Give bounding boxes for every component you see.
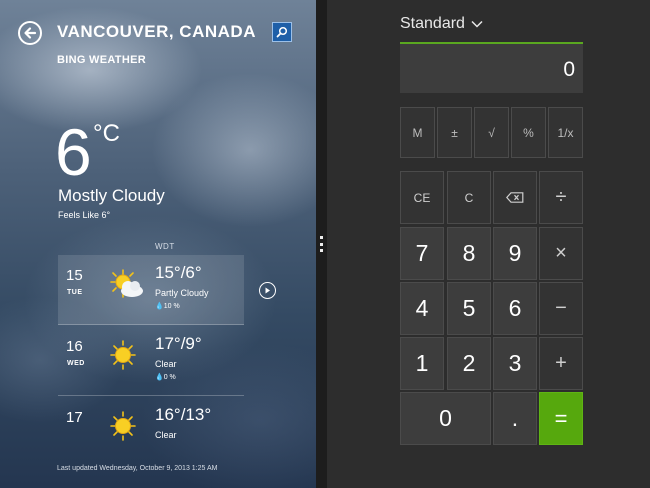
forecast-weekday: TUE <box>67 289 83 296</box>
divider <box>58 324 244 325</box>
forecast-day: 17 <box>66 409 83 426</box>
divide-button[interactable]: ÷ <box>539 171 583 224</box>
plus-button[interactable]: + <box>539 337 583 390</box>
memory-button[interactable]: M <box>400 107 435 158</box>
calculator-display: 0 <box>400 42 583 93</box>
reciprocal-button[interactable]: 1/x <box>548 107 583 158</box>
forecast-condition: Clear <box>155 359 177 369</box>
clear-button[interactable]: C <box>447 171 491 224</box>
percent-button[interactable]: % <box>511 107 546 158</box>
last-updated: Last updated Wednesday, October 9, 2013 … <box>57 465 218 472</box>
forecast-condition: Partly Cloudy <box>155 288 209 298</box>
app-brand: BING WEATHER <box>57 54 146 66</box>
temperature-unit: °C <box>93 120 120 147</box>
divider <box>58 395 244 396</box>
forecast-item[interactable]: 15 TUE 15°/6° Partly Cloudy 💧10 % <box>58 255 244 325</box>
minus-button[interactable]: − <box>539 282 583 335</box>
city-title: VANCOUVER, CANADA <box>57 22 256 41</box>
forecast-item[interactable]: 16 WED 17°/9° Clear 💧0 % <box>58 326 244 396</box>
weather-app: VANCOUVER, CANADA BING WEATHER 6 °C Most… <box>0 0 316 488</box>
equals-button[interactable]: = <box>539 392 583 445</box>
current-temperature: 6 <box>55 115 92 189</box>
mode-label: Standard <box>400 15 465 32</box>
forecast-temperature: 15°/6° <box>155 263 202 282</box>
digit-1-button[interactable]: 1 <box>400 337 444 390</box>
digit-9-button[interactable]: 9 <box>493 227 537 280</box>
forecast-item[interactable]: 17 16°/13° Clear <box>58 397 244 445</box>
search-icon <box>276 26 288 38</box>
digit-3-button[interactable]: 3 <box>493 337 537 390</box>
decimal-button[interactable]: . <box>493 392 537 445</box>
current-condition: Mostly Cloudy <box>58 186 165 205</box>
back-button[interactable] <box>18 21 42 45</box>
negate-button[interactable]: ± <box>437 107 472 158</box>
digit-5-button[interactable]: 5 <box>447 282 491 335</box>
sqrt-button[interactable]: √ <box>474 107 509 158</box>
backspace-button[interactable] <box>493 171 537 224</box>
forecast-day: 15 <box>66 267 83 284</box>
forecast-precip: 💧0 % <box>155 374 176 381</box>
sunny-icon <box>110 340 136 370</box>
digit-8-button[interactable]: 8 <box>447 227 491 280</box>
digit-0-button[interactable]: 0 <box>400 392 491 445</box>
feels-like: Feels Like 6° <box>58 210 111 220</box>
backspace-icon <box>506 192 524 203</box>
display-value: 0 <box>563 58 575 81</box>
chevron-down-icon <box>471 20 483 28</box>
partly-cloudy-icon <box>110 269 143 298</box>
raindrop-icon: 💧 <box>155 374 164 381</box>
play-icon <box>265 287 270 294</box>
multiply-button[interactable]: × <box>539 227 583 280</box>
clear-entry-button[interactable]: CE <box>400 171 444 224</box>
forecast-temperature: 16°/13° <box>155 405 212 424</box>
snap-splitter[interactable] <box>316 0 327 488</box>
sunny-icon <box>110 411 136 441</box>
play-button[interactable] <box>259 282 276 299</box>
digit-4-button[interactable]: 4 <box>400 282 444 335</box>
forecast-condition: Clear <box>155 430 177 440</box>
mode-dropdown[interactable]: Standard <box>400 15 483 33</box>
forecast-day: 16 <box>66 338 83 355</box>
digit-7-button[interactable]: 7 <box>400 227 444 280</box>
raindrop-icon: 💧 <box>155 303 164 310</box>
forecast-precip: 💧10 % <box>155 303 180 310</box>
forecast-temperature: 17°/9° <box>155 334 202 353</box>
digit-2-button[interactable]: 2 <box>447 337 491 390</box>
timezone-label: WDT <box>155 242 175 251</box>
calculator-app: Standard 0 M ± √ % 1/x CE C ÷ 7 8 9 × 4 … <box>327 0 650 488</box>
search-button[interactable] <box>272 22 292 42</box>
digit-6-button[interactable]: 6 <box>493 282 537 335</box>
arrow-left-icon <box>24 27 37 39</box>
forecast-weekday: WED <box>67 360 85 367</box>
splitter-grip-icon[interactable] <box>320 236 323 252</box>
